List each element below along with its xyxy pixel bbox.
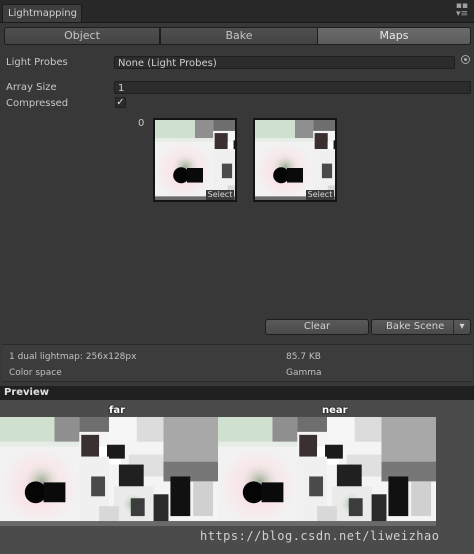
compressed-checkbox[interactable]: ✓ [115,97,126,108]
color-space-label: Color space [9,368,62,378]
lightmap-far-image [155,120,235,200]
tab-maps[interactable]: Maps [317,27,471,45]
lightmap-index: 0 [138,118,145,129]
checkmark-icon: ✓ [116,97,125,108]
window-tab-label: Lightmapping [8,8,77,19]
bake-dropdown-icon[interactable]: ▾ [453,320,470,334]
array-size-field[interactable]: 1 [114,81,471,94]
lightmap-info-panel: 1 dual lightmap: 256x128px 85.7 KB Color… [2,344,472,382]
lightmap-far-thumbnail[interactable]: Select [153,118,237,202]
bake-scene-button[interactable]: Bake Scene ▾ [371,319,471,335]
lightmap-near-thumbnail[interactable]: Select [253,118,337,202]
select-far-button[interactable]: Select [206,190,234,200]
preview-header[interactable]: Preview [0,386,474,400]
preview-near-label: near [322,405,348,416]
light-probes-label: Light Probes [6,57,68,68]
window-tab-lightmapping[interactable]: Lightmapping [2,4,82,22]
tab-object[interactable]: Object [4,27,160,45]
select-near-button[interactable]: Select [306,190,334,200]
tab-bake[interactable]: Bake [160,27,318,45]
preview-far-image [0,417,218,526]
object-picker-icon[interactable] [461,55,470,64]
lightmap-near-image [255,120,335,200]
preview-far-label: far [109,405,126,416]
window-menu-icon[interactable]: ▪▪ ▾≡ [456,2,468,19]
bake-scene-label: Bake Scene [386,321,445,332]
lightmap-size: 85.7 KB [286,352,321,362]
array-size-value: 1 [118,83,125,94]
color-space-value: Gamma [286,368,322,378]
array-size-label: Array Size [6,82,57,93]
light-probes-field[interactable]: None (Light Probes) [114,56,455,69]
preview-near-image [218,417,436,526]
light-probes-value: None (Light Probes) [118,58,217,69]
compressed-label: Compressed [6,98,69,109]
lightmap-description: 1 dual lightmap: 256x128px [9,352,137,362]
clear-button[interactable]: Clear [265,319,369,335]
watermark-text: https://blog.csdn.net/liweizhao [200,529,440,543]
